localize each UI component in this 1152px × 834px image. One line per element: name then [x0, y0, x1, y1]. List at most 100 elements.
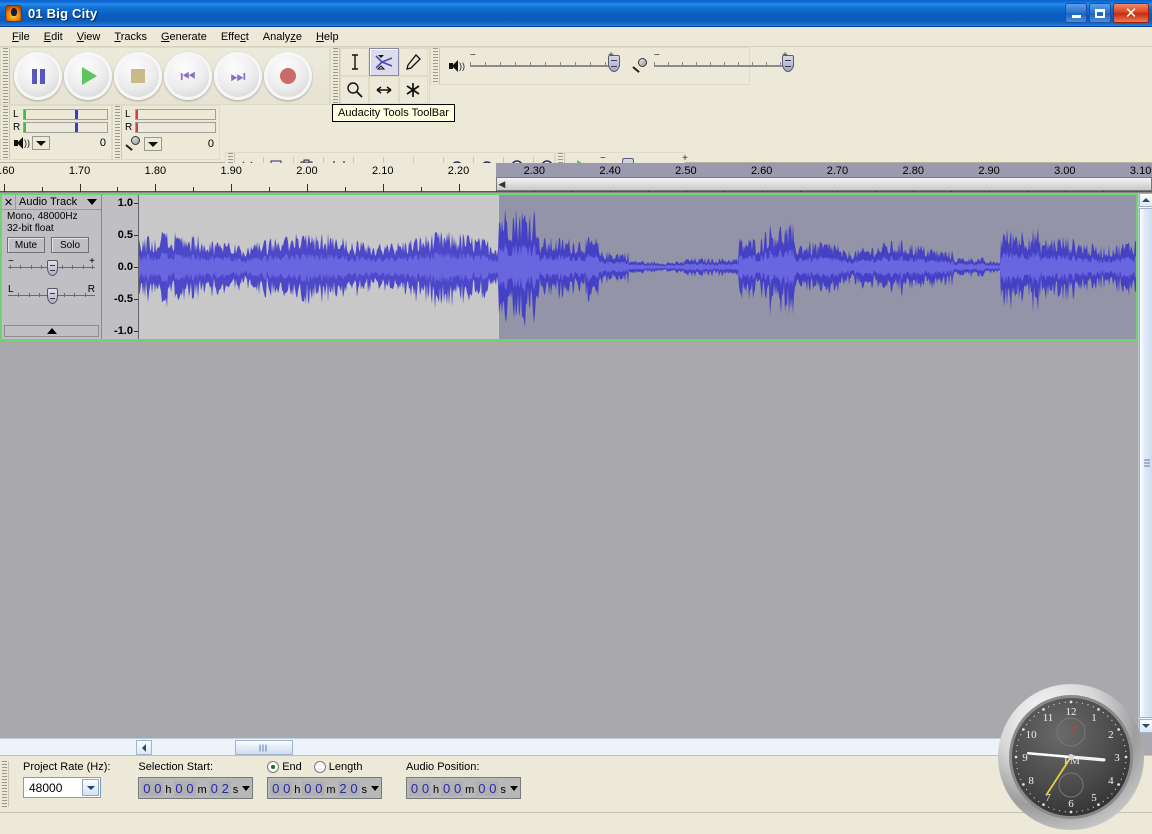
horizontal-scrollbar-thumb[interactable]: [235, 740, 293, 755]
slider-thumb[interactable]: [608, 55, 620, 72]
play-button[interactable]: [64, 52, 112, 100]
digit[interactable]: 0: [441, 780, 453, 796]
digit[interactable]: 0: [476, 780, 488, 796]
output-volume-slider[interactable]: − +: [470, 51, 620, 79]
digit[interactable]: 0: [281, 780, 293, 796]
pan-slider-thumb[interactable]: [46, 288, 58, 304]
digit[interactable]: 0: [141, 780, 153, 796]
digit[interactable]: 2: [219, 780, 231, 796]
selection-start-field[interactable]: 00 h 00 m 02 s: [138, 777, 254, 799]
menu-file[interactable]: File: [5, 29, 37, 45]
timeline-ruler[interactable]: 1.60 1.70 1.80 1.90 2.00 2.10 2.20 2.30 2.40 2.50…: [0, 163, 1152, 193]
digit[interactable]: 0: [270, 780, 282, 796]
digit[interactable]: 0: [487, 780, 499, 796]
mute-button[interactable]: Mute: [7, 237, 45, 253]
chevron-down-icon[interactable]: [242, 785, 251, 791]
close-button[interactable]: ✕: [1113, 3, 1149, 23]
zoom-tool[interactable]: [340, 76, 370, 104]
track-area[interactable]: ✕ Audio Track Mono, 48000Hz 32-bit float…: [0, 193, 1138, 733]
input-volume-slider[interactable]: − +: [654, 50, 794, 79]
gain-slider[interactable]: − +: [8, 256, 95, 277]
toolbar-grip[interactable]: [431, 48, 440, 84]
unit-s: s: [500, 784, 506, 796]
minimize-button[interactable]: [1065, 3, 1087, 23]
scroll-left-button[interactable]: [136, 740, 152, 755]
output-meter-bar-right: [23, 121, 108, 133]
menu-analyze[interactable]: Analyze: [256, 29, 309, 45]
digit[interactable]: 0: [208, 780, 220, 796]
track-format-line2: 32-bit float: [7, 223, 54, 234]
pan-slider[interactable]: L R: [8, 284, 95, 305]
track-control-panel[interactable]: ✕ Audio Track Mono, 48000Hz 32-bit float…: [2, 195, 102, 339]
menu-tracks[interactable]: Tracks: [107, 29, 154, 45]
pause-button[interactable]: [14, 52, 62, 100]
digit[interactable]: 0: [184, 780, 196, 796]
skip-to-end-button[interactable]: ⏭: [214, 52, 262, 100]
slider-minus-label: −: [654, 50, 660, 61]
end-radio[interactable]: End: [267, 761, 302, 773]
timeshift-tool[interactable]: [369, 76, 399, 104]
envelope-tool[interactable]: [369, 48, 399, 76]
maximize-button[interactable]: [1089, 3, 1111, 23]
chevron-down-icon[interactable]: [82, 779, 99, 796]
project-rate-combo[interactable]: 48000: [23, 777, 101, 798]
toolbar-grip[interactable]: [1, 48, 10, 104]
toolbar-grip[interactable]: [0, 761, 9, 807]
channel-right-label: R: [13, 121, 21, 133]
input-device-dropdown[interactable]: [144, 137, 162, 151]
digit[interactable]: 0: [173, 780, 185, 796]
digit[interactable]: 0: [420, 780, 432, 796]
input-meter-scale: 0: [207, 138, 214, 150]
output-device-dropdown[interactable]: [32, 136, 50, 150]
selection-end-field[interactable]: 00 h 00 m 20 s: [267, 777, 383, 799]
length-radio[interactable]: Length: [313, 761, 362, 773]
microphone-icon: [632, 58, 648, 74]
menu-generate[interactable]: Generate: [154, 29, 214, 45]
selection-tool[interactable]: [340, 48, 370, 76]
menu-effect[interactable]: Effect: [214, 29, 256, 45]
solo-button[interactable]: Solo: [51, 237, 89, 253]
scroll-up-button[interactable]: [1139, 193, 1152, 207]
slider-thumb[interactable]: [782, 55, 794, 72]
menu-edit[interactable]: Edit: [37, 29, 70, 45]
toolbar-grip[interactable]: [1, 106, 10, 159]
digit[interactable]: 0: [313, 780, 325, 796]
multi-tool[interactable]: [398, 76, 428, 104]
chevron-down-icon[interactable]: [87, 199, 97, 205]
digit[interactable]: 0: [302, 780, 314, 796]
selection-drag-handle[interactable]: ◀: [496, 177, 1152, 191]
meter-row: R: [125, 121, 216, 133]
waveform-display[interactable]: [139, 195, 1136, 339]
record-button[interactable]: [264, 52, 312, 100]
clock-hour-number: 4: [1108, 775, 1114, 787]
horizontal-scrollbar[interactable]: [0, 738, 1138, 755]
digit[interactable]: 2: [337, 780, 349, 796]
digit[interactable]: 0: [452, 780, 464, 796]
track-name-label[interactable]: Audio Track: [16, 196, 87, 208]
ruler-major-tick: [306, 184, 308, 192]
input-meter-bar-right: [135, 121, 216, 133]
audio-position-field[interactable]: 00 h 00 m 00 s: [406, 777, 521, 799]
desktop-clock-gadget[interactable]: 12 1 2 3 4 5 6 7 8 9 10 11 PM: [996, 682, 1146, 832]
gain-slider-thumb[interactable]: [46, 260, 58, 276]
vertical-scrollbar[interactable]: [1138, 193, 1152, 733]
digit[interactable]: 0: [409, 780, 421, 796]
chevron-down-icon[interactable]: [371, 785, 380, 791]
digit[interactable]: 0: [348, 780, 360, 796]
toolbar-grip[interactable]: [113, 106, 122, 159]
chevron-down-icon[interactable]: [509, 785, 518, 791]
project-rate-label: Project Rate (Hz):: [23, 761, 111, 773]
meter-row: R: [13, 121, 108, 133]
digit[interactable]: 0: [152, 780, 164, 796]
menu-help[interactable]: Help: [309, 29, 346, 45]
draw-tool[interactable]: [398, 48, 428, 76]
audio-track[interactable]: ✕ Audio Track Mono, 48000Hz 32-bit float…: [0, 193, 1138, 341]
skip-to-start-button[interactable]: ⏮: [164, 52, 212, 100]
toolbar-grip[interactable]: [331, 48, 340, 104]
track-resize-handle[interactable]: [4, 325, 99, 337]
vertical-scrollbar-thumb[interactable]: [1139, 208, 1152, 718]
asterisk-icon: [406, 83, 420, 97]
stop-button[interactable]: [114, 52, 162, 100]
menu-view[interactable]: View: [70, 29, 108, 45]
close-track-icon[interactable]: ✕: [2, 195, 16, 209]
